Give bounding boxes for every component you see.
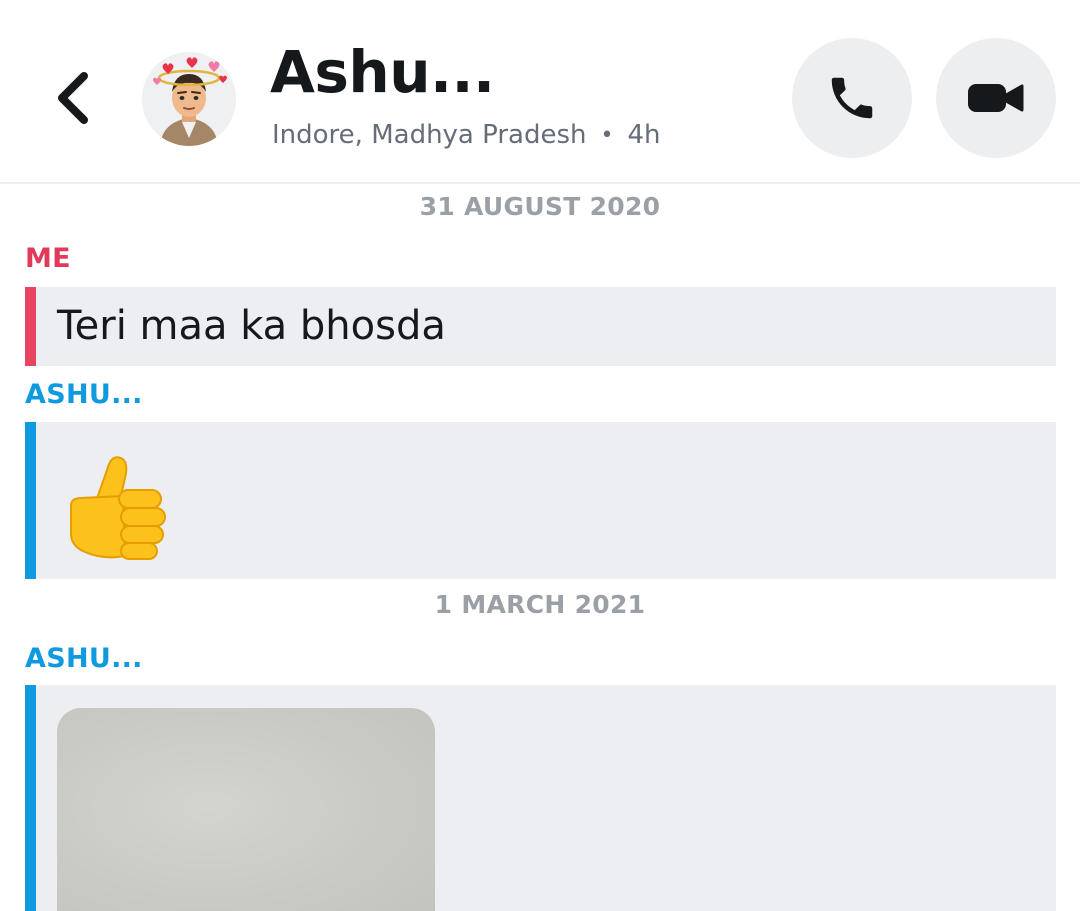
sender-label-friend: ASHU... bbox=[25, 643, 143, 674]
message-bubble[interactable]: Teri maa ka bhosda bbox=[25, 287, 1056, 366]
contact-location: Indore, Madhya Pradesh bbox=[272, 120, 587, 150]
video-camera-icon bbox=[968, 84, 1024, 112]
thumbs-up-emoji bbox=[63, 450, 173, 562]
photo-attachment[interactable] bbox=[57, 708, 435, 911]
sender-accent-bar bbox=[25, 685, 36, 911]
contact-name[interactable]: Ashu... bbox=[270, 38, 495, 106]
status-separator: • bbox=[600, 122, 614, 148]
bitmoji-avatar-icon bbox=[142, 52, 236, 146]
date-separator: 31 AUGUST 2020 bbox=[419, 192, 661, 221]
sender-accent-bar bbox=[25, 287, 36, 366]
video-call-button[interactable] bbox=[936, 38, 1056, 158]
sender-accent-bar bbox=[25, 422, 36, 579]
contact-status: Indore, Madhya Pradesh • 4h bbox=[272, 120, 661, 150]
sender-label-me: ME bbox=[25, 243, 71, 274]
message-bubble[interactable] bbox=[25, 685, 1056, 911]
back-button[interactable] bbox=[40, 62, 104, 134]
date-separator: 1 MARCH 2021 bbox=[434, 590, 646, 619]
avatar[interactable] bbox=[142, 52, 236, 146]
sender-label-friend: ASHU... bbox=[25, 379, 143, 410]
call-button[interactable] bbox=[792, 38, 912, 158]
phone-icon bbox=[831, 77, 873, 119]
thumbs-up-icon bbox=[70, 456, 166, 560]
message-bubble[interactable] bbox=[25, 422, 1056, 579]
last-seen: 4h bbox=[627, 120, 661, 150]
message-text: Teri maa ka bhosda bbox=[57, 303, 446, 349]
chat-header: Ashu... Indore, Madhya Pradesh • 4h bbox=[0, 0, 1080, 184]
chevron-left-icon bbox=[58, 72, 88, 124]
